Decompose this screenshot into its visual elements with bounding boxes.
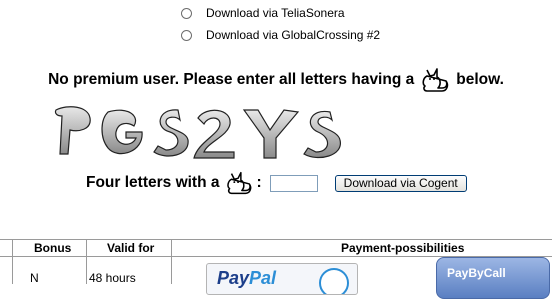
paybycall-button[interactable]: PayByCall — [436, 257, 550, 299]
radio-button[interactable] — [181, 29, 192, 41]
download-via-cogent-button[interactable]: Download via Cogent — [334, 174, 467, 192]
column-divider — [12, 240, 13, 284]
cat-icon — [422, 68, 449, 92]
column-divider — [171, 240, 172, 284]
captcha-image — [54, 106, 341, 159]
verified-seal-icon — [319, 268, 349, 294]
instruction-text-end: below. — [456, 71, 504, 88]
download-option-label: Download via GlobalCrossing #2 — [206, 28, 381, 42]
paypal-button[interactable]: PayPal — [206, 263, 358, 295]
paypal-logo: PayPal — [217, 268, 277, 288]
captcha-prompt: Four letters with a — [86, 174, 220, 191]
colon: : — [256, 174, 262, 191]
header-valid-for: Valid for — [107, 241, 155, 255]
download-option-teliasonera[interactable]: Download via TeliaSonera — [181, 5, 345, 21]
radio-button[interactable] — [181, 7, 192, 19]
column-divider — [86, 240, 87, 284]
download-option-globalcrossing[interactable]: Download via GlobalCrossing #2 — [181, 27, 380, 43]
cat-icon — [226, 171, 251, 195]
instruction-text: No premium user. Please enter all letter… — [48, 71, 415, 88]
captcha-input[interactable] — [269, 174, 318, 192]
header-bonus: Bonus — [34, 241, 72, 255]
captcha-entry-row: Four letters with a : Download via Cogen… — [86, 168, 467, 198]
paybycall-label: PayByCall — [447, 266, 506, 280]
header-payment-possibilities: Payment-possibilities — [341, 241, 465, 255]
captcha-instruction: No premium user. Please enter all letter… — [0, 64, 552, 96]
download-option-label: Download via TeliaSonera — [206, 6, 345, 20]
